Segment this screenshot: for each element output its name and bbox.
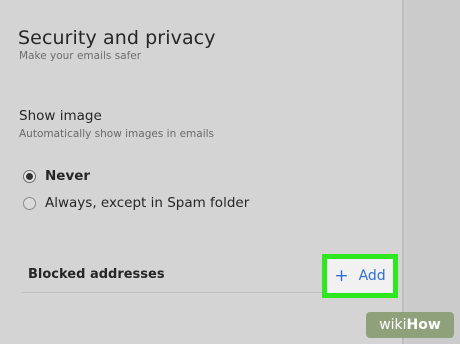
plus-icon: +	[334, 265, 349, 286]
radio-option-always-except-spam[interactable]: Always, except in Spam folder	[23, 195, 249, 211]
blocked-addresses-label: Blocked addresses	[28, 267, 165, 282]
show-image-heading: Show image	[19, 108, 102, 124]
radio-label: Always, except in Spam folder	[45, 195, 250, 211]
show-image-description: Automatically show images in emails	[19, 128, 214, 140]
add-blocked-address-button[interactable]: + Add	[322, 254, 398, 298]
wikihow-watermark: wiki How	[366, 312, 454, 338]
page-title: Security and privacy	[18, 27, 216, 49]
add-button-label: Add	[358, 268, 386, 284]
watermark-how: How	[406, 317, 441, 333]
watermark-wiki: wiki	[379, 317, 407, 333]
page-subtitle: Make your emails safer	[19, 50, 142, 62]
radio-selected-icon[interactable]	[23, 169, 36, 183]
divider	[22, 292, 322, 293]
radio-unselected-icon[interactable]	[23, 196, 36, 210]
settings-panel: Security and privacy Make your emails sa…	[0, 0, 404, 344]
radio-option-never[interactable]: Never	[23, 168, 90, 184]
right-sidebar	[406, 0, 460, 344]
radio-label: Never	[45, 168, 91, 184]
